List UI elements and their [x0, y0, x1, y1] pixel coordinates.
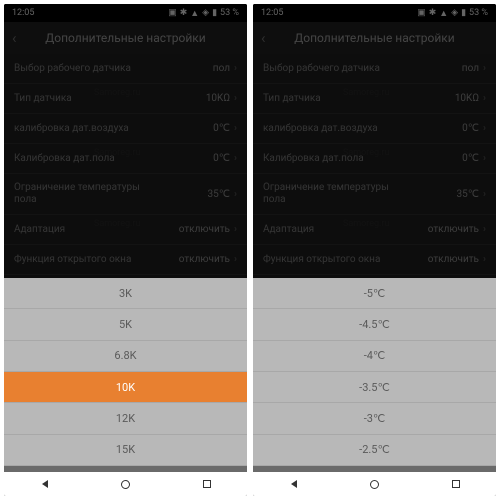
nav-back-icon[interactable]	[37, 483, 53, 485]
settings-row[interactable]: Тип датчика 10KΩ› Samoreg.ru	[253, 84, 496, 114]
wifi-icon: ◈	[202, 8, 209, 18]
picker-item[interactable]: 15K	[4, 435, 247, 466]
picker-item[interactable]: -2.5℃	[253, 435, 496, 466]
settings-row[interactable]: калибровка дат.воздуха 0℃›	[4, 114, 247, 144]
settings-row[interactable]: Функция открытого окна отключить›	[253, 245, 496, 275]
row-label: Тип датчика	[14, 93, 72, 105]
row-value: 0℃›	[213, 153, 237, 164]
row-value: 35℃›	[208, 189, 238, 200]
chevron-right-icon: ›	[483, 224, 486, 235]
settings-row[interactable]: калибровка дат.воздуха 0℃›	[253, 114, 496, 144]
status-bar: 12:05 ▣✱▲◈▮53 %	[253, 4, 496, 22]
row-label: Функция открытого окна	[263, 254, 380, 266]
picker-item[interactable]: 5K	[4, 309, 247, 340]
picker-item[interactable]: 3K	[4, 278, 247, 309]
picker-sheet: -5℃-4.5℃-4℃-3.5℃-3℃-2.5℃Отмена	[253, 278, 496, 496]
chevron-right-icon: ›	[234, 254, 237, 265]
status-bar: 12:05 ▣✱▲◈▮53 %	[4, 4, 247, 22]
settings-row[interactable]: Функция открытого окна отключить›	[4, 245, 247, 275]
picker-item[interactable]: 10K	[4, 372, 247, 403]
row-label: калибровка дат.воздуха	[14, 123, 129, 135]
row-label: Ограничение температуры пола	[14, 182, 154, 206]
chevron-right-icon: ›	[234, 123, 237, 134]
page-title: Дополнительные настройки	[294, 31, 454, 45]
signal-icon: ▮	[212, 8, 217, 18]
page-title: Дополнительные настройки	[45, 31, 205, 45]
wifi-icon: ◈	[451, 8, 458, 18]
signal-icon: ▮	[461, 8, 466, 18]
row-value: 10KΩ›	[455, 93, 486, 104]
chevron-right-icon: ›	[483, 93, 486, 104]
status-time: 12:05	[261, 8, 283, 18]
nav-recent-icon[interactable]	[448, 483, 464, 485]
chevron-right-icon: ›	[483, 123, 486, 134]
row-label: Выбор рабочего датчика	[14, 63, 131, 75]
row-value: отключить›	[428, 254, 486, 265]
row-label: Ограничение температуры пола	[263, 182, 403, 206]
back-button[interactable]: ‹	[261, 29, 266, 47]
row-label: Тип датчика	[263, 93, 321, 105]
chevron-right-icon: ›	[483, 189, 486, 200]
row-label: Выбор рабочего датчика	[263, 63, 380, 75]
picker-list[interactable]: 3K5K6.8K10K12K15K	[4, 278, 247, 466]
picker-item[interactable]: 6.8K	[4, 341, 247, 372]
row-label: Адаптация	[14, 224, 65, 236]
picker-item[interactable]: -3℃	[253, 403, 496, 434]
row-value: пол›	[462, 63, 486, 74]
row-value: отключить›	[428, 224, 486, 235]
row-value: 0℃›	[213, 123, 237, 134]
settings-row[interactable]: Адаптация отключить› Samoreg.ru	[253, 215, 496, 245]
row-value: 35℃›	[457, 189, 487, 200]
nav-recent-icon[interactable]	[199, 483, 215, 485]
picker-item[interactable]: -5℃	[253, 278, 496, 309]
nav-home-icon[interactable]	[367, 483, 383, 485]
battery-text: 53 %	[220, 8, 239, 18]
settings-row[interactable]: Калибровка дат.пола 0℃› Samoreg.ru	[4, 144, 247, 174]
status-icons: ▣✱▲◈▮53 %	[168, 8, 239, 19]
row-value: 10KΩ›	[206, 93, 237, 104]
picker-item[interactable]: -3.5℃	[253, 372, 496, 403]
row-value: пол›	[213, 63, 237, 74]
chevron-right-icon: ›	[234, 63, 237, 74]
row-value: отключить›	[179, 254, 237, 265]
battery-text: 53 %	[469, 8, 488, 18]
android-nav-bar	[253, 472, 496, 496]
row-label: калибровка дат.воздуха	[263, 123, 378, 135]
chevron-right-icon: ›	[234, 189, 237, 200]
settings-row[interactable]: Тип датчика 10KΩ› Samoreg.ru	[4, 84, 247, 114]
chevron-right-icon: ›	[483, 153, 486, 164]
settings-row[interactable]: Выбор рабочего датчика пол›	[253, 54, 496, 84]
row-value: 0℃›	[462, 153, 486, 164]
title-bar: ‹ Дополнительные настройки	[253, 22, 496, 54]
picker-item[interactable]: -4℃	[253, 341, 496, 372]
chevron-right-icon: ›	[483, 254, 486, 265]
back-button[interactable]: ‹	[12, 29, 17, 47]
chevron-right-icon: ›	[483, 63, 486, 74]
nav-home-icon[interactable]	[118, 483, 134, 485]
row-value: 0℃›	[462, 123, 486, 134]
picker-list[interactable]: -5℃-4.5℃-4℃-3.5℃-3℃-2.5℃	[253, 278, 496, 466]
title-bar: ‹ Дополнительные настройки	[4, 22, 247, 54]
nav-back-icon[interactable]	[286, 483, 302, 485]
row-label: Калибровка дат.пола	[14, 153, 115, 165]
android-nav-bar	[4, 472, 247, 496]
row-label: Адаптация	[263, 224, 314, 236]
settings-row[interactable]: Ограничение температуры пола 35℃›	[253, 174, 496, 215]
picker-sheet: 3K5K6.8K10K12K15KОтмена	[4, 278, 247, 496]
row-value: отключить›	[179, 224, 237, 235]
settings-row[interactable]: Ограничение температуры пола 35℃›	[4, 174, 247, 215]
settings-row[interactable]: Адаптация отключить› Samoreg.ru	[4, 215, 247, 245]
row-label: Функция открытого окна	[14, 254, 131, 266]
settings-row[interactable]: Калибровка дат.пола 0℃› Samoreg.ru	[253, 144, 496, 174]
row-label: Калибровка дат.пола	[263, 153, 364, 165]
picker-item[interactable]: -4.5℃	[253, 309, 496, 340]
chevron-right-icon: ›	[234, 93, 237, 104]
settings-row[interactable]: Выбор рабочего датчика пол›	[4, 54, 247, 84]
picker-item[interactable]: 12K	[4, 403, 247, 434]
status-time: 12:05	[12, 8, 34, 18]
chevron-right-icon: ›	[234, 153, 237, 164]
status-icons: ▣✱▲◈▮53 %	[417, 8, 488, 19]
chevron-right-icon: ›	[234, 224, 237, 235]
